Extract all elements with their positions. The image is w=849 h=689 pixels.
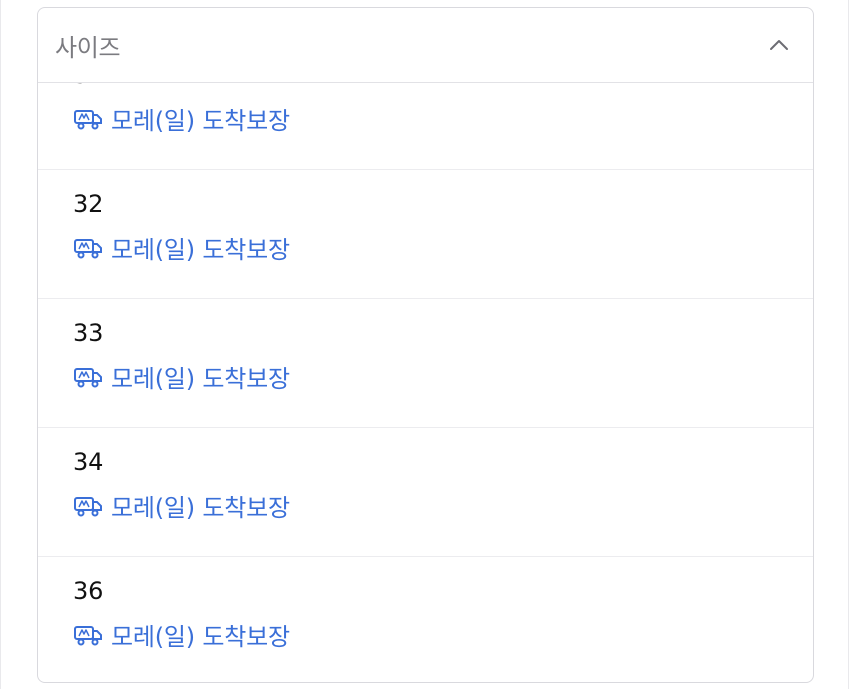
- dropdown-header[interactable]: 사이즈: [38, 8, 813, 83]
- delivery-text: 모레(일) 도착보장: [111, 494, 290, 522]
- option-size: 34: [73, 448, 104, 476]
- options-list[interactable]: 31 모레(일) 도착보장 32: [38, 83, 813, 682]
- option-size: 32: [73, 190, 104, 218]
- delivery-info: 모레(일) 도착보장: [73, 617, 290, 652]
- option-item[interactable]: 33 모레(일) 도착보장: [38, 299, 813, 428]
- chevron-up-icon[interactable]: [767, 33, 791, 57]
- dropdown-title: 사이즈: [55, 33, 121, 62]
- delivery-truck-icon: [73, 108, 103, 130]
- option-item[interactable]: 34 모레(일) 도착보장: [38, 428, 813, 557]
- option-item[interactable]: 31 모레(일) 도착보장: [38, 83, 813, 170]
- delivery-text: 모레(일) 도착보장: [111, 236, 290, 264]
- delivery-info: 모레(일) 도착보장: [73, 488, 290, 523]
- option-size: 31: [73, 83, 103, 89]
- delivery-info: 모레(일) 도착보장: [73, 359, 290, 394]
- delivery-info: 모레(일) 도착보장: [73, 101, 290, 136]
- option-item[interactable]: 32 모레(일) 도착보장: [38, 170, 813, 299]
- size-dropdown[interactable]: 사이즈 31: [37, 7, 814, 683]
- delivery-text: 모레(일) 도착보장: [111, 365, 290, 393]
- page: 사이즈 31: [0, 0, 849, 689]
- delivery-text: 모레(일) 도착보장: [111, 623, 290, 651]
- option-item[interactable]: 36 모레(일) 도착보장: [38, 557, 813, 682]
- delivery-truck-icon: [73, 237, 103, 259]
- delivery-truck-icon: [73, 366, 103, 388]
- delivery-truck-icon: [73, 495, 103, 517]
- delivery-truck-icon: [73, 624, 103, 646]
- delivery-text: 모레(일) 도착보장: [111, 107, 290, 135]
- option-size: 36: [73, 577, 104, 605]
- delivery-info: 모레(일) 도착보장: [73, 230, 290, 265]
- option-size: 33: [73, 319, 104, 347]
